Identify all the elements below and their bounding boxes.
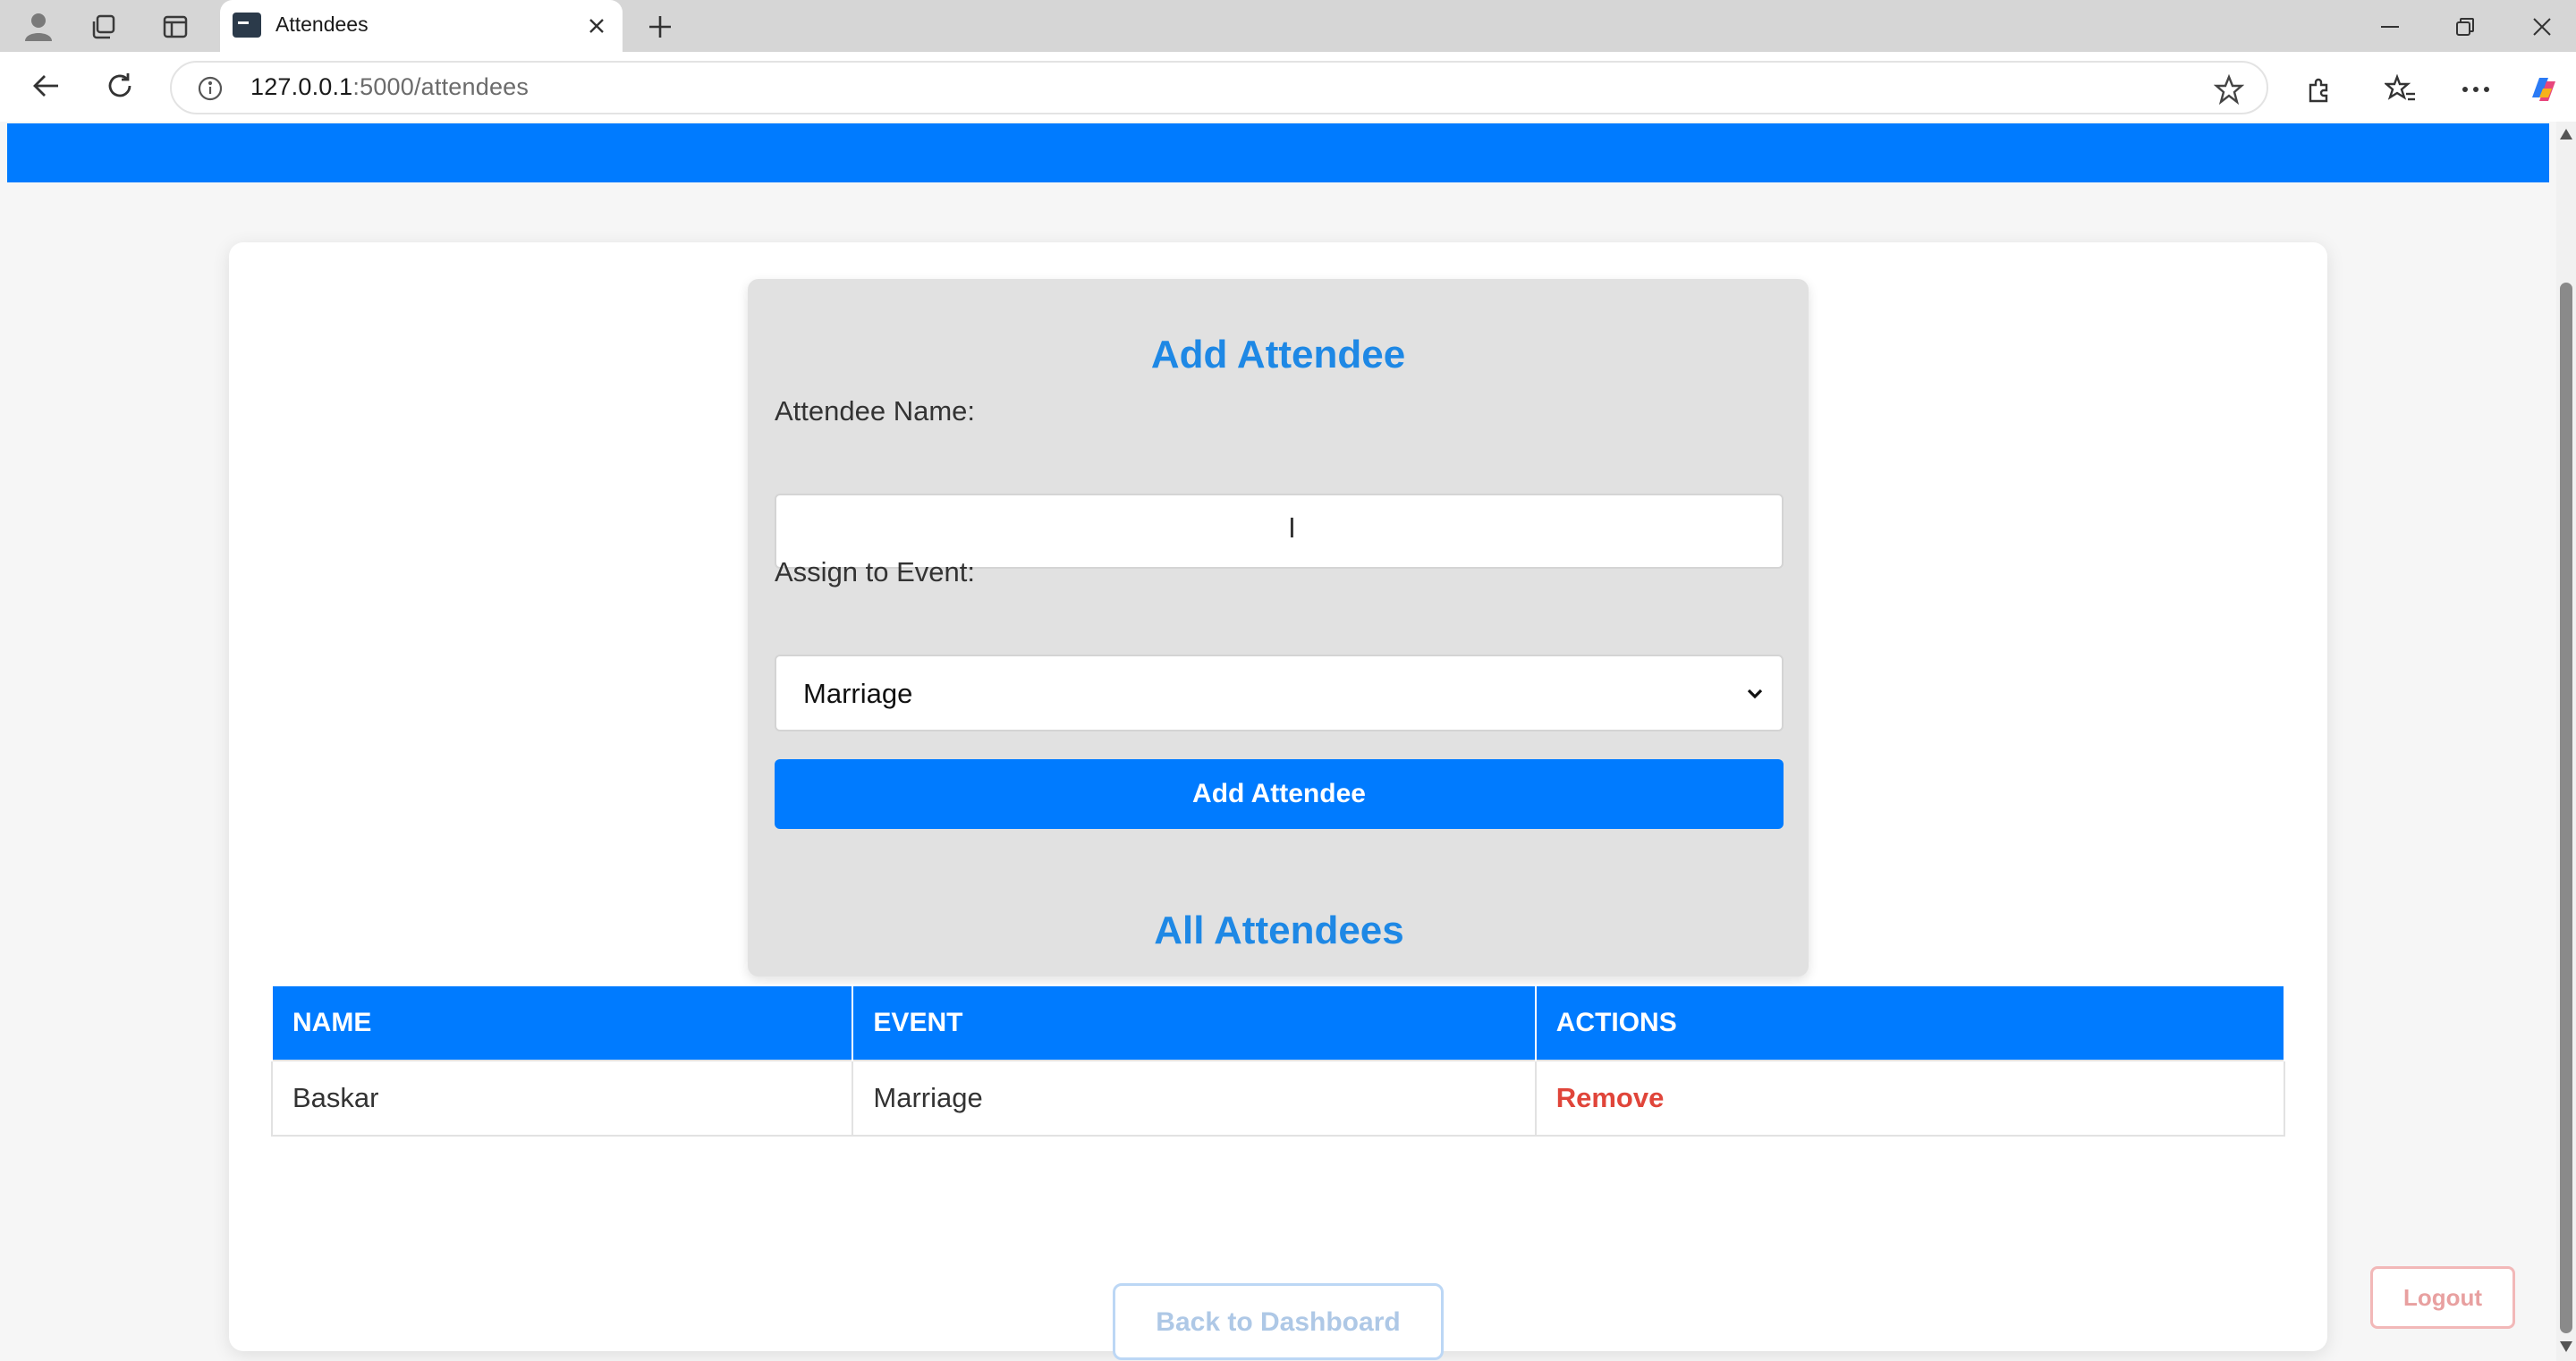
form-title: Add Attendee [1150,333,1406,376]
url-text[interactable]: 127.0.0.1:5000/attendees [250,73,529,101]
tab-title: Attendees [275,13,369,36]
site-info-icon[interactable] [195,73,225,104]
text-cursor-icon: I [1288,513,1296,545]
attendees-table: NAME EVENT ACTIONS Baskar Marriage Remov… [270,985,2286,1137]
column-header-name: NAME [270,985,854,1061]
add-attendee-button[interactable]: Add Attendee [775,759,1784,829]
scroll-up-arrow-icon[interactable] [2560,129,2572,139]
new-tab-icon[interactable] [642,9,678,45]
vertical-tabs-icon[interactable] [157,9,193,45]
close-tab-icon[interactable] [583,13,610,39]
scroll-down-arrow-icon[interactable] [2560,1341,2572,1352]
tab-favicon-icon [233,13,261,38]
page-viewport: Add Attendee Attendee Name: I Assign to … [0,122,2558,1361]
column-header-actions: ACTIONS [1534,985,2286,1061]
extensions-icon[interactable] [2301,70,2340,109]
workspaces-icon[interactable] [86,9,122,45]
more-menu-icon[interactable] [2456,70,2496,109]
table-row: Baskar Marriage Remove [270,1060,2286,1137]
favorite-star-icon[interactable] [2211,72,2247,107]
logout-button[interactable]: Logout [2370,1266,2515,1329]
table-header-row: NAME EVENT ACTIONS [270,985,2286,1061]
remove-button[interactable]: Remove [1556,1082,1665,1113]
event-select-value: Marriage [803,678,913,709]
minimize-icon[interactable] [2372,9,2408,45]
url-path: :5000/attendees [352,73,530,100]
back-arrow-icon[interactable] [27,66,66,106]
add-attendee-form: Add Attendee Attendee Name: I Assign to … [748,279,1809,976]
attendee-event-cell: Marriage [852,1060,1537,1137]
attendee-name-cell: Baskar [270,1060,854,1137]
scroll-thumb[interactable] [2560,283,2572,1333]
close-window-icon[interactable] [2524,9,2560,45]
profile-icon[interactable] [20,7,57,45]
url-host: 127.0.0.1 [250,73,353,100]
event-select[interactable]: Marriage [775,655,1784,731]
page-scrollbar[interactable] [2556,122,2576,1361]
back-to-dashboard-button[interactable]: Back to Dashboard [1113,1283,1444,1360]
restore-icon[interactable] [2447,9,2483,45]
copilot-icon[interactable] [2522,68,2565,111]
favorites-list-icon[interactable] [2381,70,2420,109]
chevron-down-icon [1742,681,1767,706]
browser-tab-bar: Attendees [0,0,2576,52]
actions-cell: Remove [1534,1060,2286,1137]
all-attendees-title: All Attendees [1154,909,1404,952]
assign-event-label: Assign to Event: [775,556,976,588]
attendee-name-label: Attendee Name: [775,395,976,427]
top-navbar [7,123,2549,182]
column-header-event: EVENT [852,985,1537,1061]
refresh-icon[interactable] [100,66,140,106]
